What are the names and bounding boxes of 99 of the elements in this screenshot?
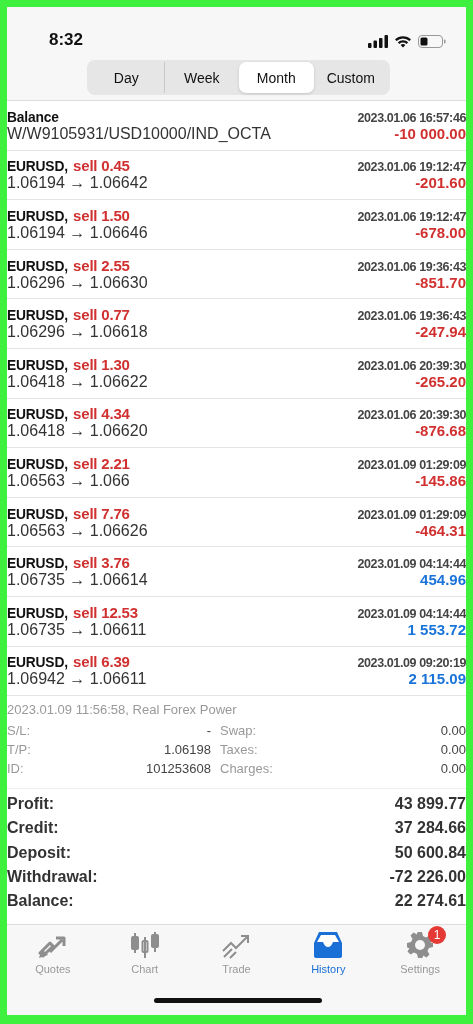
period-tab[interactable]: Custom: [313, 62, 388, 93]
deal-prices: W/W9105931/USD10000/IND_OCTA: [7, 124, 271, 143]
deal-time: 2023.01.06 19:12:47: [357, 210, 466, 224]
summary-label: Balance:: [7, 892, 74, 912]
deal-time: 2023.01.06 20:39:30: [357, 408, 466, 423]
nav-tab[interactable]: 1 Settings: [374, 929, 466, 992]
deal-time: 2023.01.06 16:57:46: [357, 110, 466, 125]
deal-side: sell 6.39: [73, 653, 130, 671]
deal-amount: -145.86: [415, 471, 466, 489]
deal-time: 2023.01.09 04:14:44: [357, 557, 466, 572]
deal-symbol: EURUSD,: [7, 405, 68, 423]
deal-prices: 1.06735 → 1.06611: [7, 620, 147, 639]
summary-label: Withdrawal:: [7, 868, 98, 887]
deal-prices: 1.06563 → 1.066: [7, 471, 130, 490]
deal-side: sell 4.34: [73, 405, 130, 423]
field-value: 0.00: [440, 742, 466, 758]
deal-symbol: EURUSD,: [7, 256, 68, 274]
deal-side: sell 12.53: [73, 603, 138, 621]
summary-value: 37 284.66: [394, 819, 466, 839]
deal-time: 2023.01.06 19:36:43: [357, 309, 466, 324]
notification-badge: 1: [428, 926, 447, 944]
summary-label: Deposit:: [7, 843, 71, 863]
deal-info: 2023.01.09 11:56:58, Real Forex Power: [7, 702, 238, 718]
deal-prices: 1.06735 → 1.06614: [7, 571, 148, 590]
deal-amount: 1 553.72: [407, 620, 466, 638]
deal-time: 2023.01.06 20:39:30: [357, 358, 466, 373]
deal-time: 2023.01.09 01:29:09: [357, 457, 466, 472]
deal-amount: -10 000.00: [394, 124, 466, 142]
deal-time: 2023.01.06 19:12:47: [357, 160, 466, 175]
deal-prices: 1.06296 → 1.06618: [7, 323, 148, 342]
summary-value: 43 899.77: [394, 795, 466, 815]
summary-value: 22 274.61: [394, 892, 466, 912]
candlestick-icon: [129, 931, 160, 959]
field-label: ID:: [7, 761, 24, 777]
summary-label: Profit:: [7, 795, 55, 815]
period-tab[interactable]: Month: [239, 62, 314, 93]
field-label: Taxes:: [220, 742, 258, 758]
nav-tab[interactable]: Trade: [190, 929, 283, 992]
field-label: Charges:: [220, 761, 273, 777]
nav-tab[interactable]: Quotes: [7, 929, 99, 992]
deal-time: 2023.01.09 01:29:09: [357, 507, 466, 522]
summary-value: -72 226.00: [389, 868, 466, 887]
deal-side: sell 0.45: [73, 157, 130, 175]
field-value: 1.06198: [164, 742, 211, 758]
field-value: 0.00: [440, 723, 466, 739]
deal-amount: -464.31: [415, 521, 466, 539]
deal-side: sell 2.55: [73, 256, 130, 274]
deal-side: sell 7.76: [73, 504, 130, 522]
settings-icon: [406, 931, 435, 959]
signal-icon: [368, 35, 388, 48]
deal-side: sell 1.30: [73, 355, 130, 373]
nav-tab[interactable]: History: [282, 929, 375, 992]
deal-side: sell 0.77: [73, 306, 130, 324]
deal-side: sell 3.76: [73, 554, 130, 572]
deal-amount: 454.96: [420, 571, 466, 589]
battery-icon: [418, 35, 446, 48]
trend-icon: [221, 933, 252, 959]
field-label: Swap:: [220, 723, 257, 739]
deal-time: 2023.01.09 04:14:44: [357, 606, 466, 621]
deal-amount: -678.00: [415, 224, 466, 241]
deal-prices: 1.06194 → 1.06642: [7, 174, 148, 193]
inbox-icon: [313, 931, 344, 959]
deal-prices: 1.06296 → 1.06630: [7, 273, 148, 292]
wifi-icon: [394, 35, 412, 48]
field-value: 101253608: [145, 761, 211, 777]
deal-prices: 1.06942 → 1.06611: [7, 670, 147, 689]
deal-time: 2023.01.09 09:20:19: [357, 656, 466, 671]
deal-amount: -201.60: [415, 174, 466, 192]
summary-label: Credit:: [7, 819, 59, 839]
deal-symbol: EURUSD,: [7, 454, 68, 472]
deal-symbol: EURUSD,: [7, 603, 68, 621]
deal-side: sell 2.21: [73, 454, 130, 472]
field-value: -: [206, 723, 211, 739]
deal-symbol: EURUSD,: [7, 157, 68, 175]
deal-prices: 1.06418 → 1.06622: [7, 372, 148, 391]
deal-symbol: EURUSD,: [7, 554, 68, 572]
deal-amount: -247.94: [415, 323, 466, 341]
deal-prices: 1.06418 → 1.06620: [7, 422, 148, 441]
deal-symbol: EURUSD,: [7, 504, 68, 522]
deal-prices: 1.06563 → 1.06626: [7, 521, 148, 540]
deal-time: 2023.01.06 19:36:43: [357, 259, 466, 274]
deal-symbol: EURUSD,: [7, 355, 68, 373]
field-label: T/P:: [7, 742, 31, 758]
deal-amount: -876.68: [415, 422, 466, 440]
deal-symbol: EURUSD,: [7, 306, 68, 324]
deal-amount: 2 115.09: [408, 670, 466, 688]
deal-amount: -851.70: [415, 273, 466, 291]
deal-symbol: EURUSD,: [7, 653, 68, 671]
deal-side: sell 1.50: [73, 207, 130, 224]
nav-tab[interactable]: Chart: [98, 929, 191, 992]
deal-amount: -265.20: [415, 372, 466, 390]
summary-value: 50 600.84: [394, 843, 466, 863]
deal-symbol: EURUSD,: [7, 207, 68, 224]
period-tab[interactable]: Day: [89, 62, 164, 93]
status-time: 8:32: [49, 30, 84, 51]
deal-prices: 1.06194 → 1.06646: [7, 224, 148, 242]
deal-title: Balance: [7, 107, 59, 125]
field-label: S/L:: [7, 723, 31, 739]
field-value: 0.00: [440, 761, 466, 777]
